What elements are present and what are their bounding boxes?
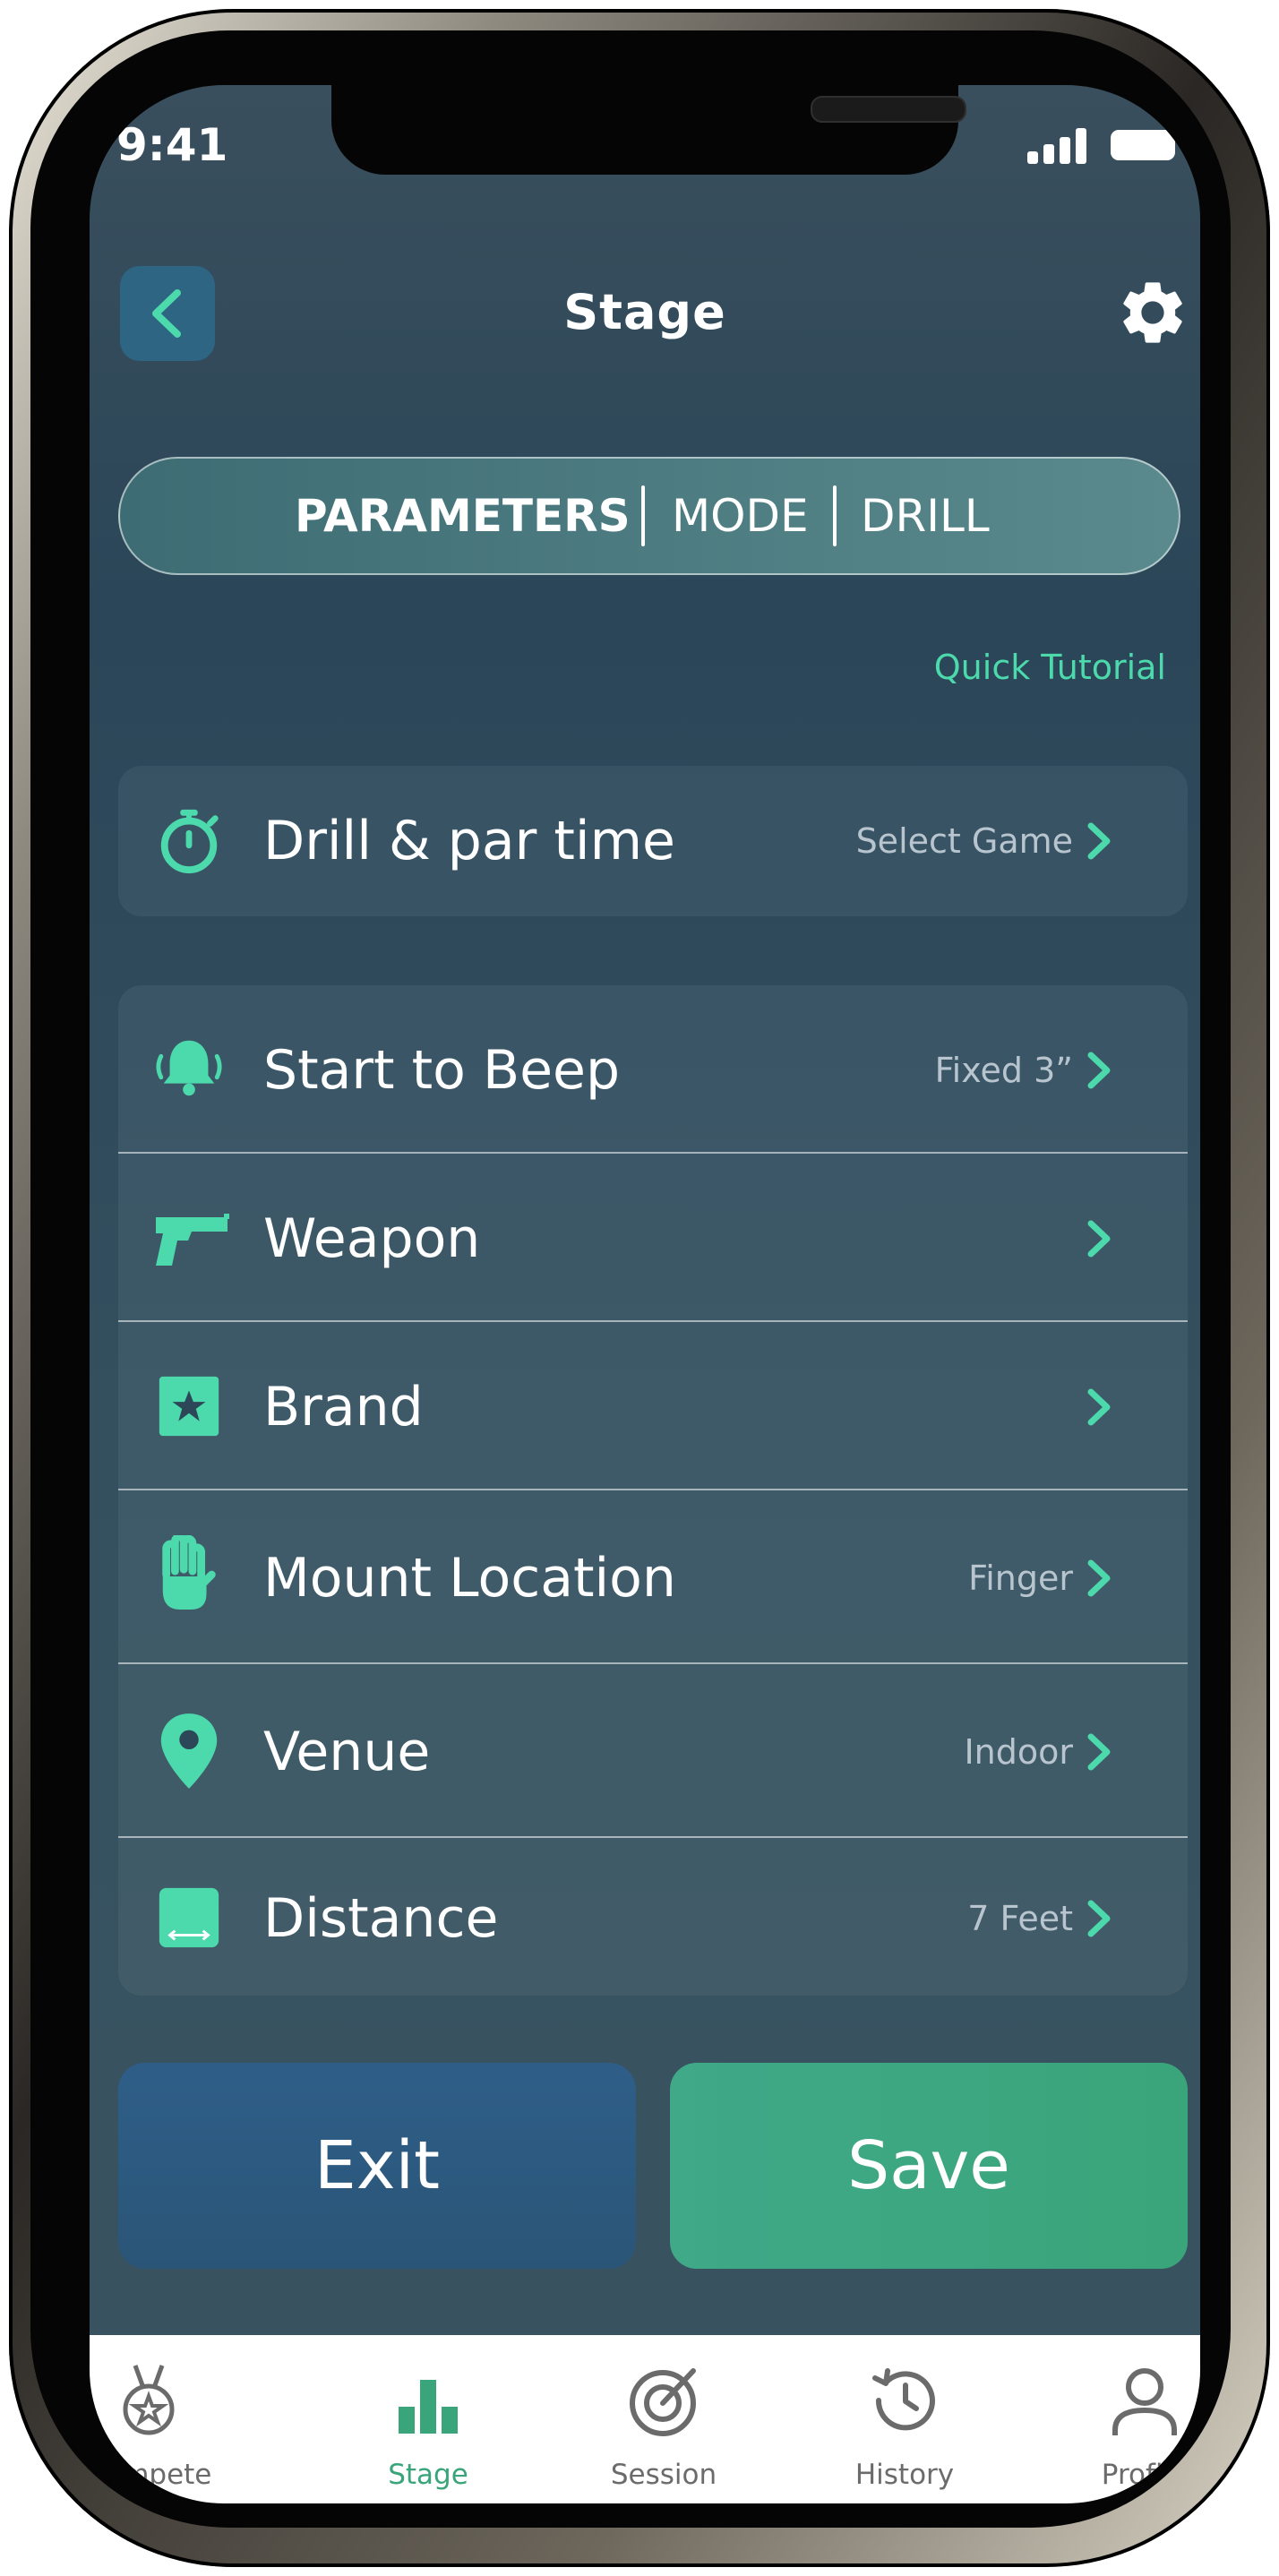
brand-row[interactable]: Brand bbox=[118, 1322, 1188, 1490]
settings-gear-icon[interactable] bbox=[1115, 275, 1190, 350]
chevron-right-icon bbox=[1087, 1900, 1111, 1937]
stopwatch-icon bbox=[160, 809, 219, 874]
distance-row[interactable]: Distance 7 Feet bbox=[118, 1838, 1188, 1996]
target-icon bbox=[630, 2368, 696, 2436]
status-time: 9:41 bbox=[116, 119, 228, 171]
location-pin-icon bbox=[160, 1713, 218, 1789]
medal-icon bbox=[123, 2365, 175, 2435]
tab-mode[interactable]: MODE bbox=[672, 459, 809, 573]
save-button[interactable]: Save bbox=[670, 2063, 1188, 2269]
nav-stage[interactable]: Stage bbox=[339, 2335, 518, 2503]
drill-par-time-label: Drill & par time bbox=[263, 810, 675, 872]
nav-profile[interactable]: Profile bbox=[1055, 2335, 1200, 2503]
tab-parameters[interactable]: PARAMETERS bbox=[295, 459, 631, 573]
chevron-right-icon bbox=[1087, 1388, 1111, 1426]
battery-icon bbox=[1111, 130, 1175, 160]
distance-label: Distance bbox=[263, 1887, 499, 1950]
start-to-beep-label: Start to Beep bbox=[263, 1039, 621, 1102]
tab-drill[interactable]: DRILL bbox=[861, 459, 990, 573]
tab-divider bbox=[833, 485, 837, 546]
bar-chart-icon bbox=[399, 2380, 458, 2434]
distance-icon bbox=[159, 1887, 219, 1948]
weapon-row[interactable]: Weapon bbox=[118, 1154, 1188, 1322]
weapon-label: Weapon bbox=[263, 1207, 481, 1270]
drill-card: Drill & par time Select Game bbox=[118, 766, 1188, 916]
chevron-right-icon bbox=[1087, 822, 1111, 860]
chevron-right-icon bbox=[1087, 1052, 1111, 1089]
bell-icon bbox=[156, 1040, 222, 1096]
settings-list: Start to Beep Fixed 3” Weapon Brand Moun… bbox=[118, 985, 1188, 1996]
exit-button[interactable]: Exit bbox=[118, 2063, 636, 2269]
signal-icon bbox=[1027, 128, 1086, 164]
drill-par-time-value: Select Game bbox=[855, 821, 1073, 861]
user-icon bbox=[1112, 2368, 1177, 2435]
hand-icon bbox=[162, 1535, 216, 1610]
nav-session-label: Session bbox=[610, 2459, 717, 2491]
chevron-right-icon bbox=[1087, 1220, 1111, 1258]
venue-row[interactable]: Venue Indoor bbox=[118, 1664, 1188, 1838]
venue-label: Venue bbox=[263, 1721, 431, 1783]
notch bbox=[331, 85, 966, 175]
star-square-icon bbox=[159, 1376, 219, 1437]
history-icon bbox=[872, 2368, 935, 2431]
quick-tutorial-link[interactable]: Quick Tutorial bbox=[934, 648, 1166, 687]
speaker-grille bbox=[811, 96, 966, 123]
nav-history-label: History bbox=[854, 2459, 955, 2491]
bottom-nav: Compete Stage Session History Profile bbox=[90, 2335, 1200, 2503]
mount-location-row[interactable]: Mount Location Finger bbox=[118, 1490, 1188, 1664]
start-to-beep-row[interactable]: Start to Beep Fixed 3” bbox=[118, 985, 1188, 1154]
brand-label: Brand bbox=[263, 1376, 424, 1438]
page-title: Stage bbox=[563, 284, 726, 340]
pistol-icon bbox=[156, 1214, 229, 1266]
chevron-right-icon bbox=[1087, 1733, 1111, 1771]
tab-divider bbox=[641, 485, 645, 546]
mount-location-value: Finger bbox=[968, 1558, 1073, 1598]
drill-par-time-row[interactable]: Drill & par time Select Game bbox=[118, 766, 1188, 916]
nav-history[interactable]: History bbox=[815, 2335, 994, 2503]
chevron-right-icon bbox=[1087, 1559, 1111, 1597]
app-screen: 9:41 Stage PARAMETERS MODE DRILL Quick T… bbox=[90, 85, 1200, 2503]
nav-session[interactable]: Session bbox=[574, 2335, 753, 2503]
nav-profile-label: Profile bbox=[1101, 2459, 1189, 2491]
distance-value: 7 Feet bbox=[967, 1899, 1073, 1938]
venue-value: Indoor bbox=[964, 1732, 1073, 1772]
mount-location-label: Mount Location bbox=[263, 1547, 676, 1610]
segmented-tabs: PARAMETERS MODE DRILL bbox=[118, 457, 1180, 575]
nav-compete[interactable]: Compete bbox=[90, 2335, 238, 2503]
nav-stage-label: Stage bbox=[388, 2459, 468, 2491]
nav-compete-label: Compete bbox=[90, 2459, 212, 2491]
start-to-beep-value: Fixed 3” bbox=[934, 1051, 1073, 1090]
